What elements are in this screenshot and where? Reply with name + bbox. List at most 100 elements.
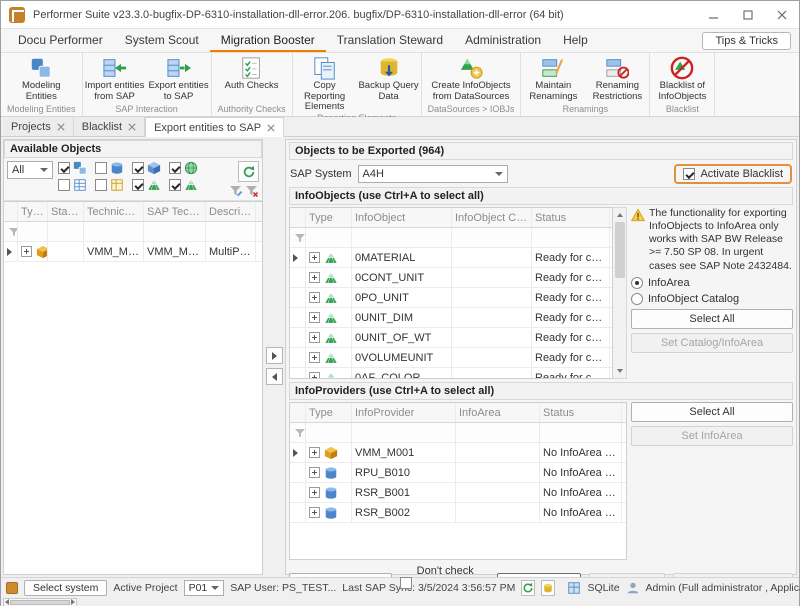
expand-icon[interactable] [309, 332, 320, 343]
table-row[interactable]: 0CONT_UNITReady for check [290, 268, 612, 288]
move-left-button[interactable] [266, 368, 283, 385]
table-row[interactable]: 0VOLUMEUNITReady for check [290, 348, 612, 368]
expand-icon[interactable] [309, 372, 320, 379]
expand-icon[interactable] [309, 292, 320, 303]
table-cell[interactable] [352, 423, 456, 442]
expand-icon[interactable] [309, 252, 320, 263]
scroll-right-icon[interactable] [71, 599, 75, 605]
table-cell[interactable]: InfoObject Ca... [452, 208, 532, 227]
table-cell[interactable] [456, 423, 540, 442]
table-cell[interactable]: Description ... [206, 202, 256, 221]
doc-tab-export-entities-to-sap[interactable]: Export entities to SAP [145, 117, 284, 137]
set-infoarea-button[interactable]: Set InfoArea [631, 426, 793, 446]
dont-check-checkbox[interactable] [400, 577, 412, 589]
clear-filter-icon[interactable] [245, 184, 259, 198]
activate-blacklist-checkbox[interactable] [683, 168, 695, 180]
scroll-up-icon[interactable] [617, 213, 623, 217]
edit-filter-icon[interactable] [229, 184, 243, 198]
table-cell[interactable] [452, 228, 532, 247]
table-cell[interactable]: InfoArea [456, 403, 540, 422]
refresh-objects-button[interactable] [238, 161, 259, 182]
select-system-button[interactable]: Select system [24, 580, 107, 596]
funnel-icon[interactable] [293, 426, 306, 440]
table-row[interactable]: RSR_B001No InfoArea set [290, 483, 626, 503]
table-cell[interactable] [306, 423, 352, 442]
maximize-button[interactable] [731, 1, 765, 28]
filter-checkbox[interactable] [95, 162, 107, 174]
infoobject-catalog-radio[interactable]: InfoObject Catalog [631, 293, 793, 305]
expand-icon[interactable] [309, 467, 320, 478]
filter-checkbox[interactable] [132, 162, 144, 174]
horizontal-scrollbar[interactable] [3, 598, 77, 606]
infoproviders-select-all-button[interactable]: Select All [631, 402, 793, 422]
filter-checkbox[interactable] [169, 179, 181, 191]
table-row[interactable]: 0UNIT_OF_WTReady for check [290, 328, 612, 348]
table-cell[interactable]: SAP Technical ... [144, 202, 206, 221]
ribbon-button-export-entities-to-sap[interactable]: Export entities to SAP [147, 55, 211, 104]
table-cell[interactable]: Type [18, 202, 48, 221]
table-cell[interactable]: Status [532, 208, 610, 227]
expand-icon[interactable] [309, 487, 320, 498]
filter-checkbox[interactable] [58, 162, 70, 174]
table-cell[interactable] [532, 228, 610, 247]
sap-sync-button[interactable] [541, 580, 555, 596]
active-project-dropdown[interactable]: P01 [184, 580, 225, 596]
expand-icon[interactable] [309, 312, 320, 323]
set-catalog-infoarea-button[interactable]: Set Catalog/InfoArea [631, 333, 793, 353]
close-icon[interactable] [57, 123, 65, 131]
doc-tab-blacklist[interactable]: Blacklist [74, 117, 145, 136]
type-filter-dropdown[interactable]: All [7, 161, 53, 179]
table-cell[interactable] [84, 222, 144, 241]
tips-and-tricks-button[interactable]: Tips & Tricks [702, 32, 791, 50]
ribbon-button-import-entities-from-sap[interactable]: Import entities from SAP [83, 55, 147, 104]
ribbon-button-create-infoobjects-from-datasources[interactable]: Create InfoObjects from DataSources [425, 55, 517, 104]
table-cell[interactable] [18, 222, 48, 241]
table-cell[interactable]: Type [306, 208, 352, 227]
scroll-down-icon[interactable] [617, 369, 623, 373]
filter-checkbox[interactable] [169, 162, 181, 174]
close-icon[interactable] [128, 123, 136, 131]
table-cell[interactable]: InfoObject [352, 208, 452, 227]
filter-checkbox[interactable] [58, 179, 70, 191]
filter-checkbox[interactable] [95, 179, 107, 191]
close-button[interactable] [765, 1, 799, 28]
table-cell[interactable]: Type [306, 403, 352, 422]
funnel-icon[interactable] [293, 231, 306, 245]
ribbon-tab-help[interactable]: Help [552, 29, 599, 52]
table-cell[interactable] [306, 228, 352, 247]
doc-tab-projects[interactable]: Projects [3, 117, 74, 136]
table-row[interactable]: 0UNIT_DIMReady for check [290, 308, 612, 328]
infoarea-radio[interactable]: InfoArea [631, 277, 793, 289]
table-cell[interactable]: InfoProvider [352, 403, 456, 422]
expand-icon[interactable] [309, 507, 320, 518]
ribbon-button-backup-query-data[interactable]: Backup Query Data [357, 55, 421, 113]
ribbon-button-modeling-entities[interactable]: Modeling Entities [9, 55, 73, 104]
sap-system-dropdown[interactable]: A4H [358, 165, 508, 183]
funnel-icon[interactable] [7, 225, 18, 239]
close-icon[interactable] [267, 124, 275, 132]
ribbon-button-copy-reporting-elements[interactable]: Copy Reporting Elements [293, 55, 357, 113]
ribbon-button-renaming-restrictions[interactable]: Renaming Restrictions [585, 55, 649, 104]
sap-refresh-button[interactable] [521, 580, 535, 596]
expand-icon[interactable] [309, 447, 320, 458]
minimize-button[interactable] [697, 1, 731, 28]
table-cell[interactable] [144, 222, 206, 241]
table-cell[interactable] [48, 222, 84, 241]
scroll-left-icon[interactable] [5, 599, 9, 605]
ribbon-button-blacklist-of-infoobjects[interactable]: Blacklist of InfoObjects [650, 55, 714, 104]
table-cell[interactable] [540, 423, 622, 442]
ribbon-button-auth-checks[interactable]: Auth Checks [220, 55, 284, 104]
table-cell[interactable] [206, 222, 256, 241]
ribbon-button-maintain-renamings[interactable]: Maintain Renamings [521, 55, 585, 104]
scrollbar-thumb[interactable] [10, 600, 70, 605]
table-cell[interactable]: Status [48, 202, 84, 221]
expand-icon[interactable] [309, 352, 320, 363]
filter-checkbox[interactable] [132, 179, 144, 191]
expand-icon[interactable] [21, 246, 32, 257]
move-right-button[interactable] [266, 347, 283, 364]
ribbon-tab-administration[interactable]: Administration [454, 29, 552, 52]
table-row[interactable]: RPU_B010No InfoArea set [290, 463, 626, 483]
infoobjects-select-all-button[interactable]: Select All [631, 309, 793, 329]
ribbon-tab-translation-steward[interactable]: Translation Steward [326, 29, 454, 52]
table-cell[interactable]: Status [540, 403, 622, 422]
